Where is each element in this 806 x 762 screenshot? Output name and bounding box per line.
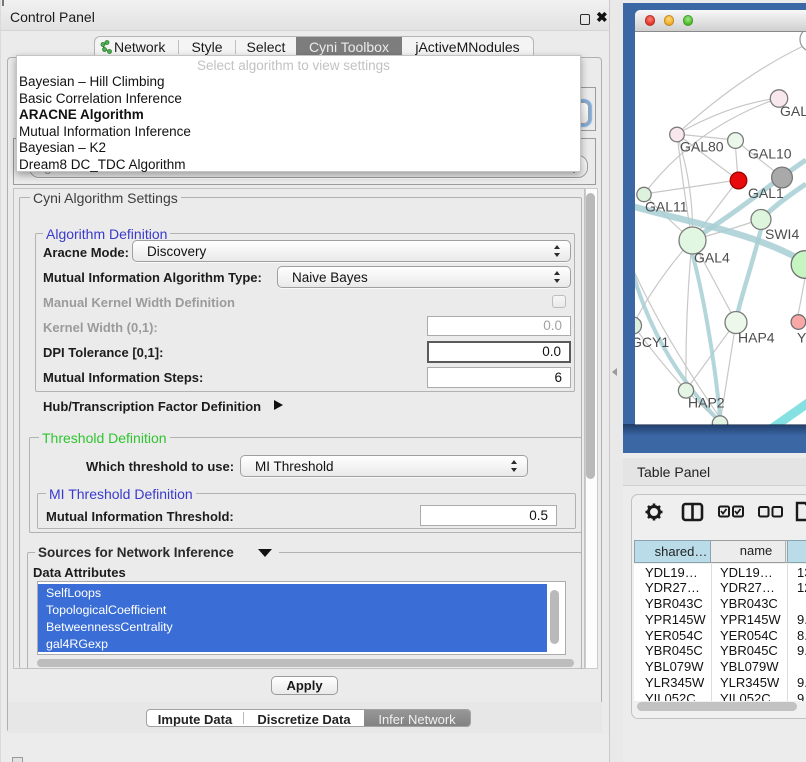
svg-text:GAL1: GAL1 [748, 185, 784, 201]
svg-text:GAL11: GAL11 [645, 199, 688, 215]
svg-text:GCY1: GCY1 [635, 334, 669, 350]
svg-text:HAP2: HAP2 [688, 395, 725, 411]
svg-text:GAL4: GAL4 [694, 250, 730, 266]
svg-text:HAP4: HAP4 [738, 330, 775, 346]
svg-text:GAL80: GAL80 [680, 139, 724, 155]
svg-text:GAL2: GAL2 [780, 103, 806, 119]
svg-text:GAL10: GAL10 [748, 146, 792, 162]
svg-text:SWI4: SWI4 [765, 226, 799, 242]
svg-text:YJ: YJ [797, 330, 806, 346]
